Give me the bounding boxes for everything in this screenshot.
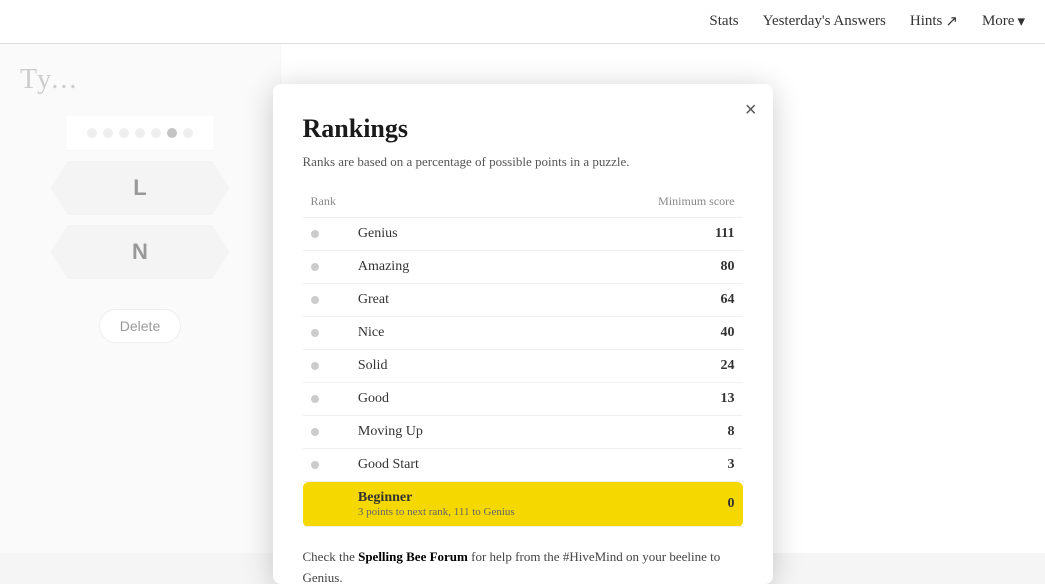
rank-name-cell: Solid [350,350,606,383]
more-chevron-icon: ▾ [1017,12,1025,31]
nav-stats[interactable]: Stats [709,13,738,30]
rank-score-cell: 40 [606,317,743,350]
rank-indicator-dot [311,395,319,403]
rank-name: Genius [358,226,398,241]
ranking-row: Great 64 [303,284,743,317]
rank-name-cell: Nice [350,317,606,350]
rank-name-cell: Beginner3 points to next rank, 111 to Ge… [350,482,606,527]
rank-indicator-dot [311,263,319,271]
rank-name: Moving Up [358,424,423,439]
ranking-row: Moving Up 8 [303,416,743,449]
rank-dot-cell [303,350,350,383]
rank-dot-cell [303,218,350,251]
rank-indicator-dot [311,296,319,304]
rank-dot-cell [303,449,350,482]
rank-indicator-dot [311,461,319,469]
footer-text-before: Check the [303,549,359,564]
rank-indicator-dot [311,428,319,436]
nav-hints[interactable]: Hints ↗ [910,12,958,31]
main-content: Ty... L N Delete × Rankings Ranks are ba… [0,44,1045,553]
nav-yesterdays-answers[interactable]: Yesterday's Answers [763,13,886,30]
rank-dot-cell [303,251,350,284]
rank-score-cell: 8 [606,416,743,449]
modal-backdrop: × Rankings Ranks are based on a percenta… [0,44,1045,553]
hints-label: Hints [910,13,943,30]
modal-title: Rankings [303,114,743,144]
ranking-row: Good Start 3 [303,449,743,482]
rank-name-cell: Moving Up [350,416,606,449]
rank-score-cell: 3 [606,449,743,482]
rank-name: Beginner [358,490,412,505]
ranking-row: Amazing 80 [303,251,743,284]
ranking-row: Beginner3 points to next rank, 111 to Ge… [303,482,743,527]
col-rank-header: Rank [303,190,606,218]
rank-name: Solid [358,358,388,373]
rank-name: Nice [358,325,384,340]
rank-name-cell: Amazing [350,251,606,284]
rankings-modal: × Rankings Ranks are based on a percenta… [273,84,773,584]
rank-dot-cell [303,416,350,449]
ranking-row: Nice 40 [303,317,743,350]
rank-name-cell: Good Start [350,449,606,482]
rank-dot-cell [303,482,350,527]
rank-name-cell: Genius [350,218,606,251]
rank-score-cell: 64 [606,284,743,317]
modal-close-button[interactable]: × [745,100,757,120]
rank-indicator-dot [311,329,319,337]
rank-score-cell: 13 [606,383,743,416]
rank-name: Good Start [358,457,419,472]
modal-subtitle: Ranks are based on a percentage of possi… [303,154,743,170]
spelling-bee-forum-link[interactable]: Spelling Bee Forum [358,549,468,564]
nav-more[interactable]: More ▾ [982,12,1025,31]
rank-dot-cell [303,284,350,317]
ranking-row: Solid 24 [303,350,743,383]
rank-indicator-dot [311,362,319,370]
rank-name: Amazing [358,259,409,274]
col-score-header: Minimum score [606,190,743,218]
rank-score-cell: 24 [606,350,743,383]
ranking-row: Genius 111 [303,218,743,251]
rank-name-cell: Good [350,383,606,416]
rank-indicator-dot [311,500,319,508]
rank-name-cell: Great [350,284,606,317]
rank-score-cell: 0 [606,482,743,527]
rank-name: Good [358,391,389,406]
rank-score-cell: 80 [606,251,743,284]
rank-indicator-dot [311,230,319,238]
rank-name: Great [358,292,389,307]
ranking-row: Good 13 [303,383,743,416]
rankings-table: Rank Minimum score Genius111Amazing80Gre… [303,190,743,527]
more-label: More [982,13,1015,30]
rank-score-cell: 111 [606,218,743,251]
rank-dot-cell [303,317,350,350]
hints-arrow-icon: ↗ [945,12,958,31]
top-navigation: Stats Yesterday's Answers Hints ↗ More ▾ [0,0,1045,44]
rank-sub-text: 3 points to next rank, 111 to Genius [358,506,598,518]
rank-dot-cell [303,383,350,416]
